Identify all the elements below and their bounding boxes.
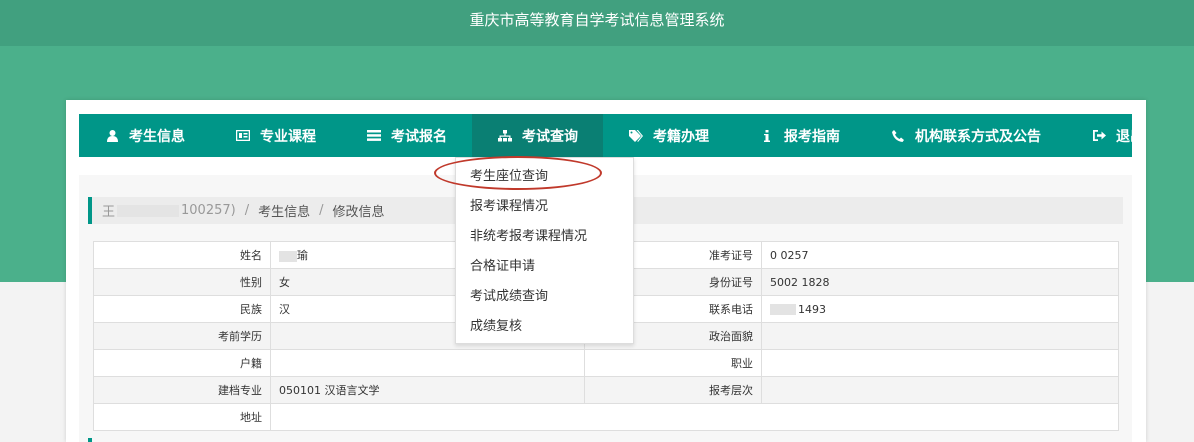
section-marker: [88, 438, 92, 442]
info-icon: [759, 129, 775, 142]
nav-item-exam-query[interactable]: 考试查询: [472, 114, 603, 157]
value-household: [270, 349, 585, 377]
nav-item-student-info[interactable]: 考生信息: [79, 114, 210, 157]
phone-icon: [890, 129, 906, 142]
value-political-status: [761, 322, 1119, 350]
nav-label: 机构联系方式及公告: [915, 128, 1041, 145]
breadcrumb-separator: /: [244, 203, 250, 218]
nav-label: 退出: [1116, 128, 1144, 145]
tags-icon: [628, 129, 644, 142]
value-level: [761, 376, 1119, 404]
breadcrumb-separator: /: [319, 203, 324, 218]
breadcrumb-section[interactable]: 考生信息: [258, 201, 310, 220]
system-title: 重庆市高等教育自学考试信息管理系统: [469, 11, 725, 29]
value-phone: 1493: [761, 295, 1119, 323]
breadcrumb-page: 修改信息: [332, 205, 385, 220]
nav-item-contacts[interactable]: 机构联系方式及公告: [865, 114, 1066, 157]
exam-query-dropdown: 考生座位查询 报考课程情况 非统考报考课程情况 合格证申请 考试成绩查询 成绩复…: [455, 157, 634, 344]
value-phone-text: 1493: [798, 302, 826, 316]
id-card-icon: [235, 130, 251, 141]
menu-item-course-status[interactable]: 报考课程情况: [456, 192, 633, 222]
label-occupation: 职业: [584, 349, 762, 377]
label-level: 报考层次: [584, 376, 762, 404]
value-name-text: 瑜: [297, 249, 308, 262]
label-major: 建档专业: [93, 376, 271, 404]
breadcrumb-user-prefix: 王: [102, 205, 116, 220]
menu-item-certificate-application[interactable]: 合格证申请: [456, 252, 633, 282]
sitemap-icon: [497, 129, 513, 142]
nav-item-logout[interactable]: 退出: [1066, 114, 1169, 157]
user-icon: [104, 129, 120, 142]
nav-item-status[interactable]: 考籍办理: [603, 114, 734, 157]
value-occupation: [761, 349, 1119, 377]
label-household: 户籍: [93, 349, 271, 377]
nav-label: 考试报名: [391, 128, 447, 145]
nav-label: 考试查询: [522, 128, 578, 145]
nav-item-guide[interactable]: 报考指南: [734, 114, 865, 157]
nav-label: 专业课程: [260, 128, 316, 145]
list-icon: [366, 130, 382, 141]
nav-item-registration[interactable]: 考试报名: [341, 114, 472, 157]
menu-item-score-review[interactable]: 成绩复核: [456, 312, 633, 342]
label-ethnicity: 民族: [93, 295, 271, 323]
main-nav: 考生信息 专业课程 考试报名 考试查询 考籍办理 报考指南 机构联系方式及公告 …: [79, 114, 1144, 157]
redaction-mask: [770, 304, 796, 315]
redaction-mask: [279, 250, 297, 262]
value-id-number: 5002 1828: [761, 268, 1119, 296]
nav-item-courses[interactable]: 专业课程: [210, 114, 341, 157]
label-gender: 性别: [93, 268, 271, 296]
value-major: 050101 汉语言文学: [270, 376, 585, 404]
label-prior-education: 考前学历: [93, 322, 271, 350]
table-row: 户籍 职业: [93, 349, 1119, 377]
menu-item-score-query[interactable]: 考试成绩查询: [456, 282, 633, 312]
redaction-mask: [117, 204, 180, 217]
value-exam-number: 0 0257: [761, 241, 1119, 269]
nav-label: 考籍办理: [653, 128, 709, 145]
menu-item-non-unified-course-status[interactable]: 非统考报考课程情况: [456, 222, 633, 252]
value-address: [270, 403, 1119, 431]
label-name: 姓名: [93, 241, 271, 269]
sign-out-icon: [1091, 130, 1107, 141]
top-bar: 重庆市高等教育自学考试信息管理系统: [0, 0, 1194, 46]
nav-label: 考生信息: [129, 128, 185, 145]
breadcrumb-user-id: 100257): [181, 203, 236, 218]
label-address: 地址: [93, 403, 271, 431]
menu-item-seat-query[interactable]: 考生座位查询: [456, 162, 633, 192]
table-row: 地址: [93, 403, 1119, 431]
table-row: 建档专业 050101 汉语言文学 报考层次: [93, 376, 1119, 404]
nav-label: 报考指南: [784, 128, 840, 145]
